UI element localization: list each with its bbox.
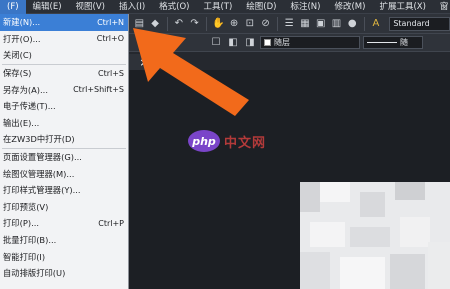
help-icon[interactable]: ● (346, 17, 359, 31)
zoom-window-icon[interactable]: ⊡ (243, 17, 256, 31)
toolbar-separator (166, 16, 168, 31)
menu-item-shortcut: Ctrl+N (97, 17, 124, 27)
layer-color-value: 随层 (274, 38, 290, 47)
zoom-realtime-icon[interactable]: ⊕ (228, 17, 241, 31)
menu-item-label: 绘图仪管理器(M)... (3, 168, 75, 179)
menu-item-label: 关闭(C) (3, 50, 32, 61)
text-style-icon[interactable]: A (370, 17, 383, 31)
zoom-previous-icon[interactable]: ⊘ (259, 17, 272, 31)
menu-dimension[interactable]: 标注(N) (283, 0, 327, 14)
menu-insert[interactable]: 插入(I) (112, 0, 152, 14)
menu-item-shortcut: Ctrl+S (97, 68, 124, 78)
undo-icon[interactable]: ↶ (172, 17, 185, 31)
menu-item-label: 页面设置管理器(G)... (3, 152, 82, 163)
menu-item-print-preview[interactable]: 打印预览(V) (0, 199, 128, 216)
design-center-icon[interactable]: ▦ (299, 17, 312, 31)
standard-toolbar: ▤ ◆ ↶ ↷ ✋ ⊕ ⊡ ⊘ ☰ ▦ ▣ ▥ ● A Standard (129, 14, 450, 34)
color-swatch-icon (264, 39, 271, 46)
menu-item-new[interactable]: 新建(N)... Ctrl+N (0, 14, 128, 31)
menu-extension-tools[interactable]: 扩展工具(X) (372, 0, 432, 14)
linetype-sample (367, 42, 397, 43)
menu-item-label: 另存为(A)... (3, 84, 48, 95)
watermark-text: 中文网 (224, 135, 267, 151)
menu-item-label: 智能打印(I) (3, 251, 46, 262)
menu-file[interactable]: (F) (0, 0, 26, 14)
menu-item-open[interactable]: 打开(O)... Ctrl+O (0, 31, 128, 48)
menu-window[interactable]: 窗 (433, 0, 450, 14)
menu-item-export[interactable]: 输出(E)... (0, 115, 128, 132)
menu-item-plotter-manager[interactable]: 绘图仪管理器(M)... (0, 165, 128, 182)
layer-state-icon[interactable]: ☐ (209, 36, 223, 50)
menu-item-label: 打开(O)... (3, 33, 41, 44)
toolbar-separator (276, 16, 278, 31)
menu-item-page-setup-manager[interactable]: 页面设置管理器(G)... (0, 149, 128, 166)
menu-item-batch-print[interactable]: 批量打印(B)... (0, 232, 128, 249)
menu-item-label: 在ZW3D中打开(D) (3, 134, 75, 145)
tool-palette-icon[interactable]: ▣ (314, 17, 327, 31)
menu-item-label: 输出(E)... (3, 117, 40, 128)
menu-item-smart-print[interactable]: 智能打印(I) (0, 248, 128, 265)
menu-edit[interactable]: 编辑(E) (26, 0, 69, 14)
menu-item-label: 打印预览(V) (3, 201, 49, 212)
toolbar-separator (205, 16, 207, 31)
toolbar-separator (363, 16, 365, 31)
linetype-value: 随 (400, 38, 408, 47)
layer-toolbar: ☐ ◧ ◨ 随层 随 (129, 34, 450, 52)
calculator-icon[interactable]: ▥ (330, 17, 343, 31)
redo-icon[interactable]: ↷ (188, 17, 201, 31)
menu-modify[interactable]: 修改(M) (327, 0, 372, 14)
file-menu-dropdown: 新建(N)... Ctrl+N 打开(O)... Ctrl+O 关闭(C) 保存… (0, 14, 129, 289)
menu-item-label: 批量打印(B)... (3, 235, 57, 246)
paste-icon[interactable]: ◆ (149, 17, 162, 31)
layer-color-select[interactable]: 随层 (260, 36, 360, 49)
menu-item-plot-style-manager[interactable]: 打印样式管理器(Y)... (0, 182, 128, 199)
menu-item-open-in-zw3d[interactable]: 在ZW3D中打开(D) (0, 131, 128, 148)
menu-item-shortcut: Ctrl+Shift+S (73, 85, 124, 95)
menu-item-auto-layout-print[interactable]: 自动排版打印(U) (0, 265, 128, 282)
menu-item-label: 自动排版打印(U) (3, 268, 66, 279)
menu-item-print[interactable]: 打印(P)... Ctrl+P (0, 215, 128, 232)
menu-item-close[interactable]: 关闭(C) (0, 47, 128, 64)
menu-item-save-as[interactable]: 另存为(A)... Ctrl+Shift+S (0, 81, 128, 98)
pan-hand-icon[interactable]: ✋ (212, 17, 225, 31)
menu-item-shortcut: Ctrl+P (98, 218, 124, 228)
menu-bar: (F) 编辑(E) 视图(V) 插入(I) 格式(O) 工具(T) 绘图(D) … (0, 0, 450, 14)
linetype-select[interactable]: 随 (363, 36, 423, 49)
pixelated-region (300, 182, 450, 289)
close-tab-button[interactable]: × (129, 54, 159, 70)
properties-icon[interactable]: ☰ (283, 17, 296, 31)
menu-item-label: 打印(P)... (3, 218, 39, 229)
menu-item-save[interactable]: 保存(S) Ctrl+S (0, 65, 128, 82)
menu-item-shortcut: Ctrl+O (96, 34, 124, 44)
watermark: php 中文网 (188, 130, 266, 152)
text-style-select[interactable]: Standard (389, 16, 450, 31)
menu-format[interactable]: 格式(O) (152, 0, 196, 14)
menu-item-label: 保存(S) (3, 68, 32, 79)
menu-item-label: 打印样式管理器(Y)... (3, 185, 81, 196)
new-file-icon[interactable]: ▤ (133, 17, 146, 31)
menu-item-etransmit[interactable]: 电子传递(T)... (0, 98, 128, 115)
menu-tools[interactable]: 工具(T) (196, 0, 239, 14)
layer-match-icon[interactable]: ◧ (226, 36, 240, 50)
menu-draw[interactable]: 绘图(D) (239, 0, 283, 14)
php-logo: php (188, 130, 220, 152)
document-tab-bar: × (129, 52, 450, 70)
menu-item-label: 新建(N)... (3, 17, 41, 28)
layer-previous-icon[interactable]: ◨ (243, 36, 257, 50)
menu-item-label: 电子传递(T)... (3, 101, 56, 112)
menu-view[interactable]: 视图(V) (69, 0, 112, 14)
